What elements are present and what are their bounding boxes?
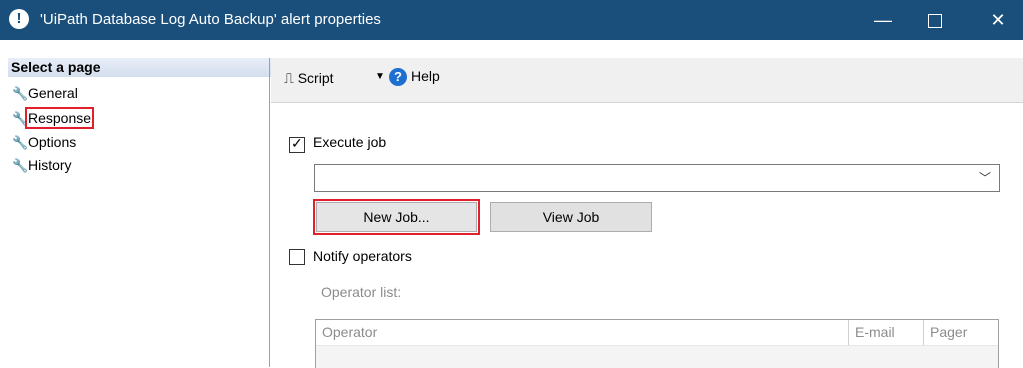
job-select[interactable]: ﹀ [314,164,1000,192]
pane-divider [269,58,270,367]
sidebar-item-label: Response [24,107,95,129]
title-bar: ! 'UiPath Database Log Auto Backup' aler… [0,0,1023,40]
view-job-button[interactable]: View Job [490,202,652,232]
close-button[interactable]: ✕ [975,0,1021,40]
toolbar: ⎍ Script ▼ ? Help [271,58,1023,103]
operator-table[interactable]: Operator E-mail Pager [315,319,999,368]
help-button[interactable]: ? Help [389,68,440,86]
sidebar-item-response[interactable]: 🔧Response [12,107,95,129]
sidebar-item-general[interactable]: 🔧General [12,83,78,103]
column-header-email[interactable]: E-mail [848,320,925,345]
column-header-pager[interactable]: Pager [923,320,1005,345]
execute-job-label: Execute job [313,134,387,150]
response-page: ⎍ Script ▼ ?Help Execute job ﹀ New Job..… [271,58,1023,368]
operator-table-header: Operator E-mail Pager [316,320,998,346]
help-label: Help [411,68,440,84]
minimize-button[interactable]: — [860,0,906,40]
script-dropdown-arrow-icon[interactable]: ▼ [375,71,385,82]
sidebar-item-options[interactable]: 🔧Options [12,132,76,152]
script-icon: ⎍ [284,70,294,86]
sidebar-item-label: Options [28,134,77,150]
sidebar-item-label: General [28,85,78,101]
wrench-icon: 🔧 [12,158,29,173]
window-title: 'UiPath Database Log Auto Backup' alert … [40,11,381,28]
script-label: Script [297,70,334,86]
chevron-down-icon: ﹀ [978,171,991,185]
help-icon: ? [389,68,407,86]
column-header-operator[interactable]: Operator [316,320,847,345]
wrench-icon: 🔧 [12,111,29,126]
sidebar-item-history[interactable]: 🔧History [12,155,72,175]
info-icon: ! [9,9,29,29]
script-button[interactable]: ⎍ Script [284,70,334,87]
notify-operators-label: Notify operators [313,248,412,264]
new-job-button[interactable]: New Job... [313,199,480,235]
execute-job-checkbox[interactable] [289,135,305,153]
operator-table-body [316,346,998,368]
notify-operators-checkbox[interactable] [289,249,305,265]
page-selector-pane: Select a page 🔧General 🔧Response 🔧Option… [8,58,272,367]
operator-list-label: Operator list: [321,284,402,300]
wrench-icon: 🔧 [12,86,29,101]
maximize-icon [928,14,942,29]
select-page-header: Select a page [8,58,272,77]
wrench-icon: 🔧 [12,135,29,150]
maximize-button[interactable] [912,0,958,40]
sidebar-item-label: History [28,157,72,173]
